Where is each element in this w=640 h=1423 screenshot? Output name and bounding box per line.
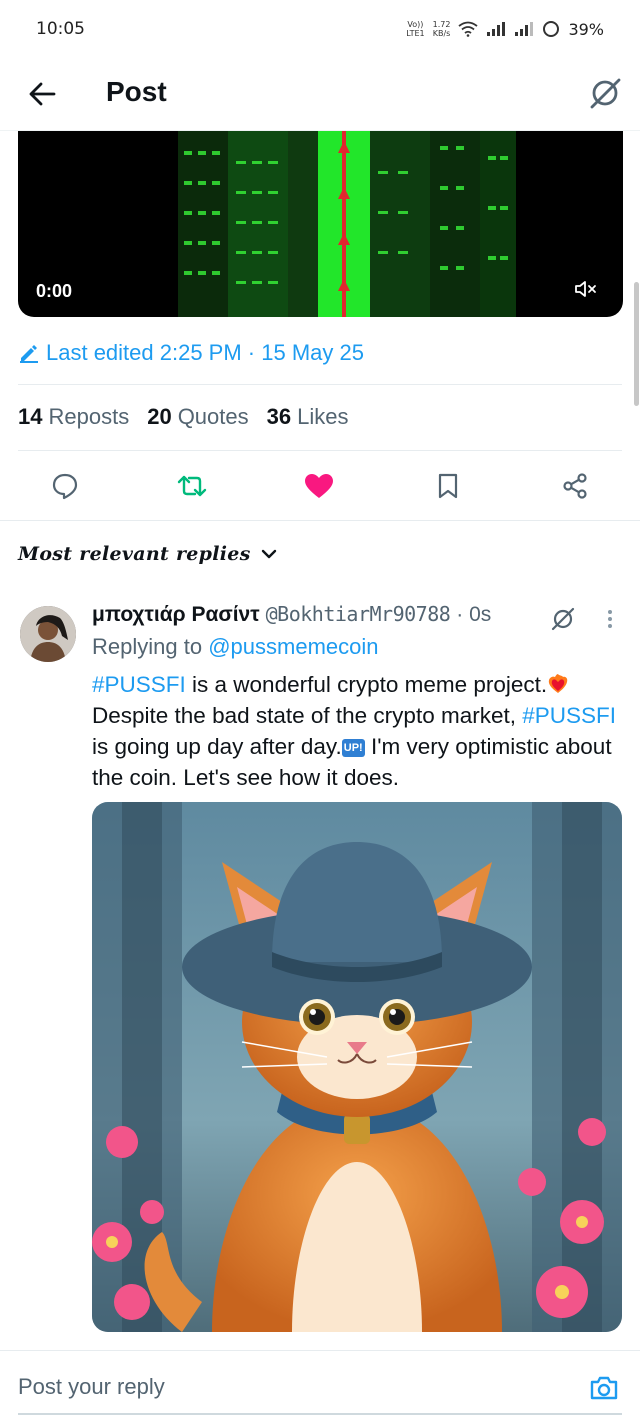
back-button[interactable] (22, 74, 62, 114)
avatar[interactable] (20, 606, 76, 662)
replies-sort-dropdown[interactable]: Most relevant replies (18, 543, 277, 565)
arrow-left-icon (29, 82, 56, 106)
avatar-image (20, 606, 76, 662)
likes-stat[interactable]: 36 Likes (267, 404, 349, 430)
author-name[interactable]: μποχτιάρ Ρασίντ (92, 603, 260, 627)
mute-button[interactable] (571, 274, 601, 304)
reply-input[interactable] (18, 1369, 558, 1405)
status-icons: Vo)) LTE1 1.72 KB/s 39% (406, 14, 604, 44)
repost-button[interactable] (172, 468, 212, 504)
heart-icon (305, 474, 333, 498)
bookmark-button[interactable] (428, 468, 468, 504)
author-handle[interactable]: @BokhtiarMr90788 (266, 602, 451, 626)
page-title: Post (106, 76, 167, 107)
action-bar (0, 460, 640, 512)
signal-icon (515, 22, 534, 36)
edited-text: Last edited 2:25 PM · 15 May 25 (46, 340, 364, 365)
repost-icon (177, 475, 207, 497)
more-vertical-icon (608, 610, 612, 628)
grok-button[interactable] (584, 72, 626, 114)
reply-header: μποχτιάρ Ρασίντ @BokhtiarMr90788 · 0s (92, 602, 491, 627)
more-options-button[interactable] (600, 604, 620, 634)
pencil-icon (20, 345, 38, 363)
grok-icon (551, 607, 575, 631)
reply-image[interactable] (92, 802, 622, 1332)
signal-icon (487, 22, 506, 36)
scrollbar[interactable] (634, 282, 639, 406)
reply-timestamp: · 0s (456, 603, 492, 626)
camera-icon (590, 1376, 618, 1400)
replying-to: Replying to @pussmemecoin (92, 634, 379, 659)
hashtag-link[interactable]: #PUSSFI (522, 703, 616, 728)
reply-grok-button[interactable] (548, 604, 578, 634)
reposts-stat[interactable]: 14 Reposts (18, 404, 129, 430)
video-time: 0:00 (36, 281, 73, 301)
share-button[interactable] (555, 468, 595, 504)
battery-icon (543, 21, 560, 37)
chevron-down-icon (261, 549, 276, 559)
reply-text: #PUSSFI is a wonderful crypto meme proje… (92, 672, 617, 790)
status-bar: 10:05 Vo)) LTE1 1.72 KB/s 39% (0, 0, 640, 60)
heart-on-fire-emoji (549, 674, 568, 693)
sort-label: Most relevant replies (18, 543, 251, 565)
battery-percentage: 39% (568, 19, 604, 39)
reply-icon (52, 473, 78, 500)
grok-icon (590, 78, 621, 109)
network-speed: 1.72 KB/s (432, 20, 451, 38)
divider (18, 450, 622, 451)
video-player[interactable]: 0:00 (18, 131, 623, 317)
reply-composer (0, 1350, 640, 1423)
volte-indicator: Vo)) LTE1 (406, 20, 425, 38)
hashtag-link[interactable]: #PUSSFI (92, 672, 186, 697)
divider (0, 520, 640, 521)
quotes-stat[interactable]: 20 Quotes (147, 404, 248, 430)
volume-muted-icon (575, 281, 596, 297)
divider (18, 384, 622, 385)
camera-button[interactable] (586, 1371, 622, 1405)
cat-in-hat-image (92, 802, 622, 1332)
up-emoji: UP! (341, 739, 365, 757)
replying-to-link[interactable]: @pussmemecoin (208, 634, 378, 659)
post-stats: 14 Reposts 20 Quotes 36 Likes (18, 404, 348, 430)
status-time: 10:05 (36, 19, 85, 39)
input-underline (18, 1413, 622, 1415)
wifi-icon (458, 21, 478, 37)
edited-link[interactable]: Last edited 2:25 PM · 15 May 25 (18, 338, 364, 368)
video-thumbnail (178, 131, 516, 317)
bookmark-icon (438, 473, 458, 499)
reply-button[interactable] (45, 468, 85, 504)
like-button[interactable] (299, 468, 339, 504)
top-app-bar: Post (0, 60, 640, 131)
share-icon (563, 473, 587, 499)
